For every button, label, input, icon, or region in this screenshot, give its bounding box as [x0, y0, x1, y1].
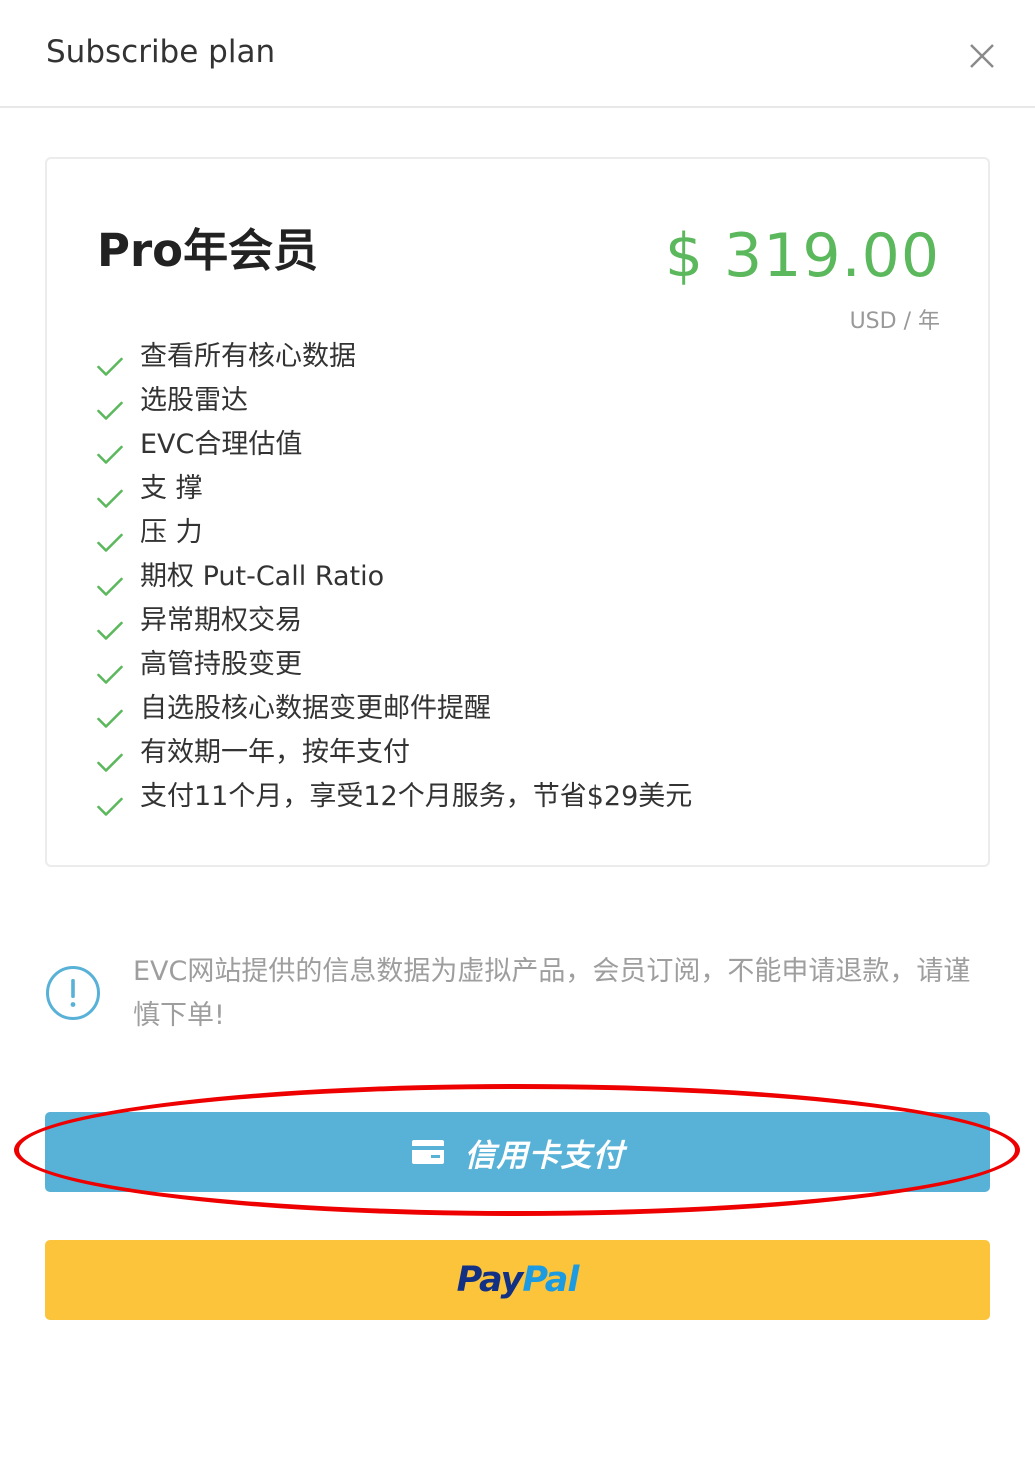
feature-item: 自选股核心数据变更邮件提醒: [97, 687, 957, 731]
plan-card: Pro年会员 $ 319.00 USD / 年 查看所有核心数据 选股雷达 EVC合…: [45, 157, 990, 867]
feature-label: 选股雷达: [140, 385, 248, 416]
check-icon: [97, 655, 123, 684]
feature-label: 支 撑: [140, 473, 203, 504]
paypal-logo-part1: Pay: [456, 1260, 524, 1300]
modal-header: Subscribe plan: [0, 0, 1035, 108]
feature-item: 期权 Put-Call Ratio: [97, 555, 957, 599]
feature-label: 压 力: [140, 517, 203, 548]
check-icon: [97, 699, 123, 728]
subscribe-plan-modal: Subscribe plan Pro年会员 $ 319.00 USD / 年 查…: [0, 0, 1035, 1481]
price-unit: USD / 年: [849, 309, 940, 334]
feature-item: 异常期权交易: [97, 599, 957, 643]
paypal-logo-part2: Pal: [522, 1260, 579, 1300]
feature-label: 期权 Put-Call Ratio: [140, 561, 385, 592]
close-icon[interactable]: [966, 40, 998, 72]
feature-item: 查看所有核心数据: [97, 335, 957, 379]
notice-text: EVC网站提供的信息数据为虚拟产品，会员订阅，不能申请退款，请谨慎下单!: [133, 956, 971, 1031]
paypal-pay-button[interactable]: PayPal: [45, 1240, 990, 1320]
feature-item: EVC合理估值: [97, 423, 957, 467]
paypal-logo: PayPal: [456, 1260, 580, 1300]
check-icon: [97, 479, 123, 508]
feature-label: 支付11个月，享受12个月服务，节省$29美元: [140, 781, 693, 812]
credit-card-icon: [411, 1139, 445, 1165]
feature-item: 选股雷达: [97, 379, 957, 423]
check-icon: [97, 347, 123, 376]
info-icon: [45, 965, 101, 1021]
check-icon: [97, 435, 123, 464]
feature-label: 查看所有核心数据: [140, 341, 356, 372]
modal-title: Subscribe plan: [46, 34, 276, 70]
refund-notice: EVC网站提供的信息数据为虚拟产品，会员订阅，不能申请退款，请谨慎下单!: [45, 950, 990, 1040]
feature-label: 高管持股变更: [140, 649, 302, 680]
feature-item: 支付11个月，享受12个月服务，节省$29美元: [97, 775, 957, 819]
check-icon: [97, 787, 123, 816]
check-icon: [97, 611, 123, 640]
credit-card-pay-button[interactable]: 信用卡支付: [45, 1112, 990, 1192]
check-icon: [97, 523, 123, 552]
check-icon: [97, 567, 123, 596]
feature-label: 有效期一年，按年支付: [140, 737, 410, 768]
feature-label: EVC合理估值: [140, 429, 303, 460]
check-icon: [97, 391, 123, 420]
feature-item: 高管持股变更: [97, 643, 957, 687]
feature-item: 支 撑: [97, 467, 957, 511]
feature-item: 有效期一年，按年支付: [97, 731, 957, 775]
feature-list: 查看所有核心数据 选股雷达 EVC合理估值支 撑压 力期权 Put-Call Rat…: [97, 335, 957, 819]
plan-name: Pro年会员: [97, 224, 319, 277]
credit-card-pay-label: 信用卡支付: [464, 1137, 625, 1174]
feature-label: 异常期权交易: [140, 605, 302, 636]
plan-price: $ 319.00: [664, 221, 940, 291]
check-icon: [97, 743, 123, 772]
feature-label: 自选股核心数据变更邮件提醒: [140, 693, 491, 724]
feature-item: 压 力: [97, 511, 957, 555]
